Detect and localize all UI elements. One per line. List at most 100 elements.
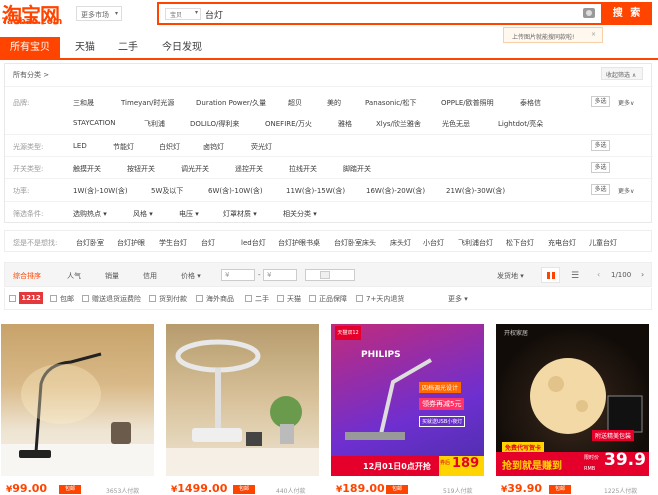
grid-view-icon[interactable]	[541, 267, 560, 283]
prev-page-icon[interactable]: ‹	[597, 270, 600, 279]
search-input[interactable]: 台灯	[205, 8, 223, 21]
related-link[interactable]: 儿童台灯	[589, 238, 617, 248]
condition-dropdown[interactable]: 相关分类 ▾	[283, 209, 317, 219]
switch-item[interactable]: 调光开关	[181, 164, 209, 174]
brand-item[interactable]: 美的	[327, 98, 341, 108]
multi-select-button[interactable]: 多选	[591, 162, 610, 173]
power-item[interactable]: 11W(含)-15W(含)	[286, 186, 345, 196]
product-image[interactable]	[1, 324, 154, 476]
light-item[interactable]: 节能灯	[113, 142, 134, 152]
checkbox[interactable]	[50, 295, 57, 302]
brand-item[interactable]: 三和晟	[73, 98, 94, 108]
list-view-icon[interactable]: ☰	[571, 271, 579, 281]
sort-popularity[interactable]: 人气	[67, 271, 81, 281]
related-link[interactable]: 小台灯	[423, 238, 444, 248]
condition-dropdown[interactable]: 灯罩材质 ▾	[223, 209, 257, 219]
brand-item[interactable]: DOLILO/得利来	[190, 119, 239, 129]
tab-tmall[interactable]: 天猫	[60, 37, 110, 58]
brand-item[interactable]: Panasonic/松下	[365, 98, 416, 108]
product-image[interactable]: 开权家居 附送精美包装 免费代写贺卡 抢到就是赚到 限时价 RMB 39.9	[496, 324, 649, 476]
condition-dropdown[interactable]: 选购热点 ▾	[73, 209, 107, 219]
badge-checkbox[interactable]	[9, 295, 16, 302]
next-page-icon[interactable]: ›	[641, 270, 644, 279]
checkbox[interactable]	[245, 295, 252, 302]
brand-item[interactable]: Duration Power/久量	[196, 98, 266, 108]
tab-today-discover[interactable]: 今日发现	[152, 37, 212, 58]
price-range-slider[interactable]	[305, 269, 355, 281]
related-link[interactable]: 台灯护眼	[117, 238, 145, 248]
price-max-input[interactable]: ¥	[263, 269, 297, 281]
brand-item[interactable]: 飞利浦	[144, 119, 165, 129]
search-button[interactable]: 搜 索	[603, 2, 652, 25]
tab-secondhand[interactable]: 二手	[108, 37, 148, 58]
related-link[interactable]: 飞利浦台灯	[458, 238, 493, 248]
related-link[interactable]: 台灯卧室	[76, 238, 104, 248]
related-link[interactable]: 床头灯	[390, 238, 411, 248]
checkbox[interactable]	[309, 295, 316, 302]
sort-default[interactable]: 综合排序	[13, 271, 41, 281]
related-link[interactable]: 松下台灯	[506, 238, 534, 248]
product-image[interactable]: 天猫双12 PHILIPS 四档调光设计 领券再减5元 买就送USB小夜灯 12…	[331, 324, 484, 476]
brand-item[interactable]: 光色无忌	[442, 119, 470, 129]
power-item[interactable]: 21W(含)-30W(含)	[446, 186, 505, 196]
related-link[interactable]: 台灯护眼书桌	[278, 238, 320, 248]
brand-item[interactable]: Timeyan/时光源	[121, 98, 174, 108]
search-category-select[interactable]: 宝贝 ▾	[165, 8, 201, 20]
price-min-input[interactable]: ¥	[221, 269, 255, 281]
tab-all-items[interactable]: 所有宝贝	[0, 37, 60, 58]
related-link[interactable]: 台灯	[201, 238, 215, 248]
genuine-label: 正品保障	[319, 295, 347, 303]
brand-item[interactable]: 泰格信	[520, 98, 541, 108]
related-link[interactable]: led台灯	[241, 238, 266, 248]
checkbox[interactable]	[82, 295, 89, 302]
switch-item[interactable]: 脚踏开关	[343, 164, 371, 174]
slider-handle[interactable]	[320, 271, 330, 279]
multi-select-button[interactable]: 多选	[591, 184, 610, 195]
brand-item[interactable]: 超贝	[288, 98, 302, 108]
more-services-dropdown[interactable]: 更多 ▾	[448, 294, 468, 304]
power-item[interactable]: 16W(含)-20W(含)	[366, 186, 425, 196]
brand-item[interactable]: 雅格	[338, 119, 352, 129]
brand-item[interactable]: OPPLE/欧普照明	[441, 98, 494, 108]
camera-icon[interactable]	[583, 8, 595, 18]
checkbox[interactable]	[277, 295, 284, 302]
all-categories-link[interactable]: 所有分类 >	[13, 70, 49, 80]
multi-select-button[interactable]: 多选	[591, 140, 610, 151]
brand-item[interactable]: Xlys/欣兰雅舍	[376, 119, 421, 129]
switch-item[interactable]: 触摸开关	[73, 164, 101, 174]
multi-select-button[interactable]: 多选	[591, 96, 610, 107]
switch-item[interactable]: 按钮开关	[127, 164, 155, 174]
checkbox[interactable]	[356, 295, 363, 302]
brand-item[interactable]: STAYCATION	[73, 119, 116, 127]
condition-dropdown[interactable]: 电压 ▾	[179, 209, 199, 219]
related-link[interactable]: 充电台灯	[548, 238, 576, 248]
checkbox[interactable]	[149, 295, 156, 302]
sort-credit[interactable]: 信用	[143, 271, 157, 281]
product-image[interactable]	[166, 324, 319, 476]
related-link[interactable]: 学生台灯	[159, 238, 187, 248]
search-bar[interactable]: 宝贝 ▾ 台灯	[157, 2, 603, 25]
brand-item[interactable]: ONEFIRE/万火	[265, 119, 312, 129]
power-item[interactable]: 1W(含)-10W(含)	[73, 186, 128, 196]
light-item[interactable]: LED	[73, 142, 87, 150]
condition-dropdown[interactable]: 风格 ▾	[133, 209, 153, 219]
fold-filter-button[interactable]: 收起筛选 ∧	[601, 67, 643, 80]
sort-price[interactable]: 价格 ▾	[181, 271, 201, 281]
more-button[interactable]: 更多∨	[618, 186, 634, 195]
switch-item[interactable]: 遥控开关	[235, 164, 263, 174]
switch-item[interactable]: 拉线开关	[289, 164, 317, 174]
taobao-logo[interactable]: 淘宝网 Taobao.com	[0, 0, 72, 32]
more-button[interactable]: 更多∨	[618, 98, 634, 107]
light-item[interactable]: 白炽灯	[159, 142, 180, 152]
brand-item[interactable]: Lightdot/亮朵	[498, 119, 543, 129]
sort-sales[interactable]: 销量	[105, 271, 119, 281]
power-item[interactable]: 5W及以下	[151, 186, 183, 196]
light-item[interactable]: 荧光灯	[251, 142, 272, 152]
light-item[interactable]: 卤钨灯	[203, 142, 224, 152]
power-item[interactable]: 6W(含)-10W(含)	[208, 186, 263, 196]
free-ship-tag: 包邮	[59, 485, 81, 494]
market-dropdown[interactable]: 更多市场 ▾	[76, 6, 122, 21]
related-link[interactable]: 台灯卧室床头	[334, 238, 376, 248]
checkbox[interactable]	[196, 295, 203, 302]
ship-from-dropdown[interactable]: 发货地 ▾	[497, 271, 524, 281]
